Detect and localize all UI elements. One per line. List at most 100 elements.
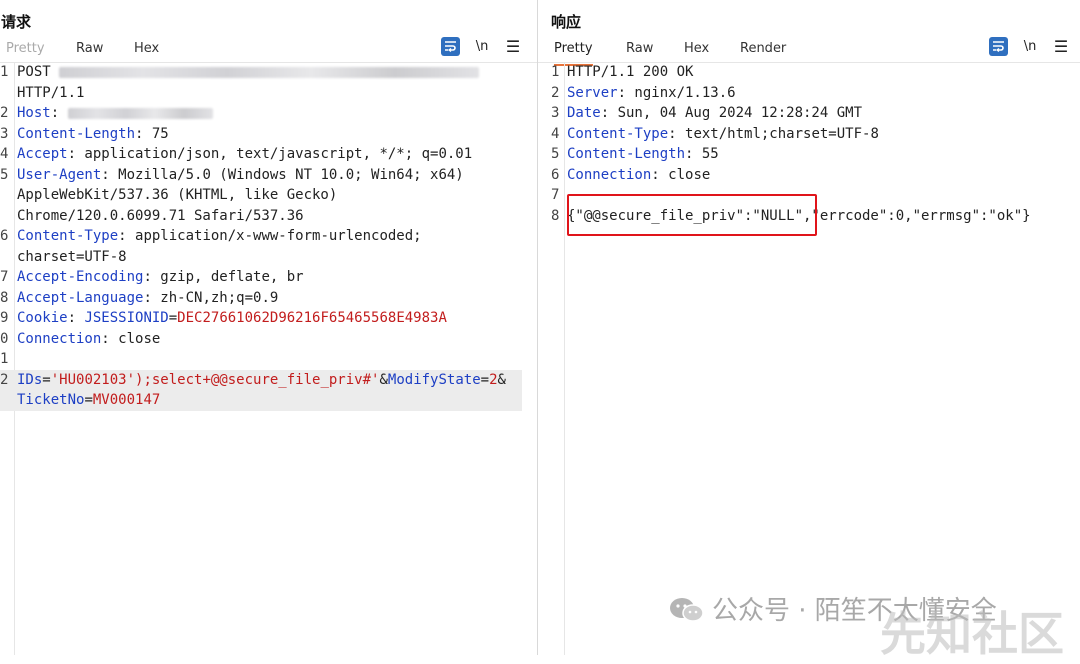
line-number: 1 <box>0 64 9 80</box>
code-text: AppleWebKit/537.36 (KHTML, like Gecko) <box>17 185 337 206</box>
code-key: Content-Length <box>17 125 136 142</box>
code-value: : zh-CN,zh;q=0.9 <box>143 289 279 306</box>
request-editor[interactable]: 1 POST HTTP/1.1 2 Host: 3 Content-Length: 75… <box>0 62 522 411</box>
code-value: 2 <box>489 371 498 388</box>
line-number: 1 <box>551 64 560 80</box>
code-key: Content-Length <box>567 146 686 162</box>
code-line: 8 Accept-Language: zh-CN,zh;q=0.9 <box>0 288 522 309</box>
code-text: Chrome/120.0.6099.71 Safari/537.36 <box>17 206 304 227</box>
code-line: 4 Accept: application/json, text/javascri… <box>0 144 522 165</box>
code-value: AppleWebKit/537.36 (KHTML, like Gecko) <box>17 187 338 203</box>
code-line: 3 Content-Length: 75 <box>0 124 522 145</box>
wechat-icon <box>668 596 706 624</box>
code-value: : Mozilla/5.0 (Windows NT 10.0; Win64; x… <box>101 166 464 183</box>
wrap-lines-icon[interactable] <box>989 37 1008 56</box>
code-text: Date: Sun, 04 Aug 2024 12:28:24 GMT <box>567 103 862 124</box>
show-newlines-button[interactable]: \n <box>474 37 490 57</box>
code-line: 2 Host: <box>0 103 522 124</box>
code-key: Content-Type <box>567 125 669 142</box>
watermark-overlay: 先知社区 <box>880 607 1064 661</box>
code-key: Connection <box>17 330 102 347</box>
code-key: JSESSIONID <box>84 310 169 326</box>
code-text: Host: <box>17 103 213 124</box>
code-key: Connection <box>567 166 652 183</box>
line-number: 2 <box>551 84 560 101</box>
line-number: 8 <box>0 289 9 306</box>
code-value: : text/html;charset=UTF-8 <box>668 125 879 142</box>
code-line: 6 Connection: close <box>549 165 1080 186</box>
wrap-lines-icon[interactable] <box>441 37 460 56</box>
code-text: POST <box>17 62 480 83</box>
code-value: DEC27661062D96216F65465568E4983A <box>177 310 447 326</box>
redacted-text <box>67 107 213 119</box>
code-text: Content-Length: 75 <box>17 124 169 145</box>
code-line: Chrome/120.0.6099.71 Safari/537.36 <box>0 206 522 227</box>
line-number: 8 <box>551 207 560 224</box>
code-text: User-Agent: Mozilla/5.0 (Windows NT 10.0… <box>17 165 464 186</box>
line-number: 9 <box>0 310 9 326</box>
tab-render[interactable]: Render <box>740 40 786 64</box>
line-number: 4 <box>551 125 560 142</box>
code-key: Server <box>567 84 618 101</box>
code-value: = <box>84 392 93 408</box>
code-key: Content-Type <box>17 228 119 244</box>
code-key: Accept-Encoding <box>17 269 144 285</box>
code-text: TicketNo=MV000147 <box>17 390 160 411</box>
code-line: 0 Connection: close <box>0 329 522 350</box>
code-text: Accept-Encoding: gzip, deflate, br <box>17 267 304 288</box>
code-value: : 75 <box>135 125 169 142</box>
code-text: HTTP/1.1 <box>17 83 84 104</box>
show-newlines-button[interactable]: \n <box>1022 37 1038 57</box>
line-number: 5 <box>0 166 9 183</box>
tab-hex[interactable]: Hex <box>134 40 159 64</box>
code-value: : 55 <box>685 146 719 162</box>
code-line: 5 Content-Length: 55 <box>549 144 1080 165</box>
code-key: User-Agent <box>17 166 102 183</box>
line-number: 1 <box>0 351 9 367</box>
code-value: charset=UTF-8 <box>17 248 127 265</box>
code-line: 2 Server: nginx/1.13.6 <box>549 83 1080 104</box>
tab-hex[interactable]: Hex <box>684 40 709 64</box>
line-number: 6 <box>551 166 560 183</box>
menu-icon[interactable]: ☰ <box>505 37 521 57</box>
code-line: 1 <box>0 349 522 370</box>
code-line: 7 Accept-Encoding: gzip, deflate, br <box>0 267 522 288</box>
menu-icon[interactable]: ☰ <box>1053 37 1069 57</box>
code-value: MV000147 <box>92 392 161 408</box>
code-value: : gzip, deflate, br <box>143 269 304 285</box>
code-value: : application/json, text/javascript, */*… <box>67 146 473 162</box>
code-key: TicketNo <box>17 392 85 408</box>
code-line: AppleWebKit/537.36 (KHTML, like Gecko) <box>0 185 522 206</box>
tab-raw[interactable]: Raw <box>76 40 103 64</box>
code-text: Content-Type: application/x-www-form-url… <box>17 226 422 247</box>
request-pane: 请求 Pretty Raw Hex \n ☰ 1 POST HTTP/1.1 2 Ho… <box>0 0 538 655</box>
line-number: 6 <box>0 228 9 244</box>
code-text: HTTP/1.1 200 OK <box>567 62 693 83</box>
code-value: : <box>67 310 85 326</box>
line-number: 3 <box>0 125 9 142</box>
code-line: 5 User-Agent: Mozilla/5.0 (Windows NT 10.… <box>0 165 522 186</box>
code-key: IDs <box>17 371 43 388</box>
code-key: Cookie <box>17 310 68 326</box>
code-line: charset=UTF-8 <box>0 247 522 268</box>
code-text: Connection: close <box>567 165 710 186</box>
code-key: ModifyState <box>387 371 481 388</box>
line-number: 2 <box>0 371 9 388</box>
response-pane: 响应 Pretty Raw Hex Render \n ☰ 1 HTTP/1.1 … <box>538 0 1080 655</box>
code-value: : <box>50 105 68 121</box>
tab-pretty[interactable]: Pretty <box>6 40 45 64</box>
tab-raw[interactable]: Raw <box>626 40 653 64</box>
line-number: 7 <box>0 269 9 285</box>
code-line: 6 Content-Type: application/x-www-form-ur… <box>0 226 522 247</box>
code-value: 'HU002103');select+@@secure_file_priv#' <box>50 371 380 388</box>
code-text: Connection: close <box>17 329 160 350</box>
code-value: : Sun, 04 Aug 2024 12:28:24 GMT <box>600 105 863 121</box>
code-value: POST <box>17 64 60 80</box>
code-value: & <box>497 371 506 388</box>
code-line: 4 Content-Type: text/html;charset=UTF-8 <box>549 124 1080 145</box>
request-title: 请求 <box>1 13 32 31</box>
code-line: 3 Date: Sun, 04 Aug 2024 12:28:24 GMT <box>549 103 1080 124</box>
code-line: 1 POST <box>0 62 522 83</box>
code-key: Date <box>567 105 601 121</box>
code-value: = <box>480 371 490 388</box>
